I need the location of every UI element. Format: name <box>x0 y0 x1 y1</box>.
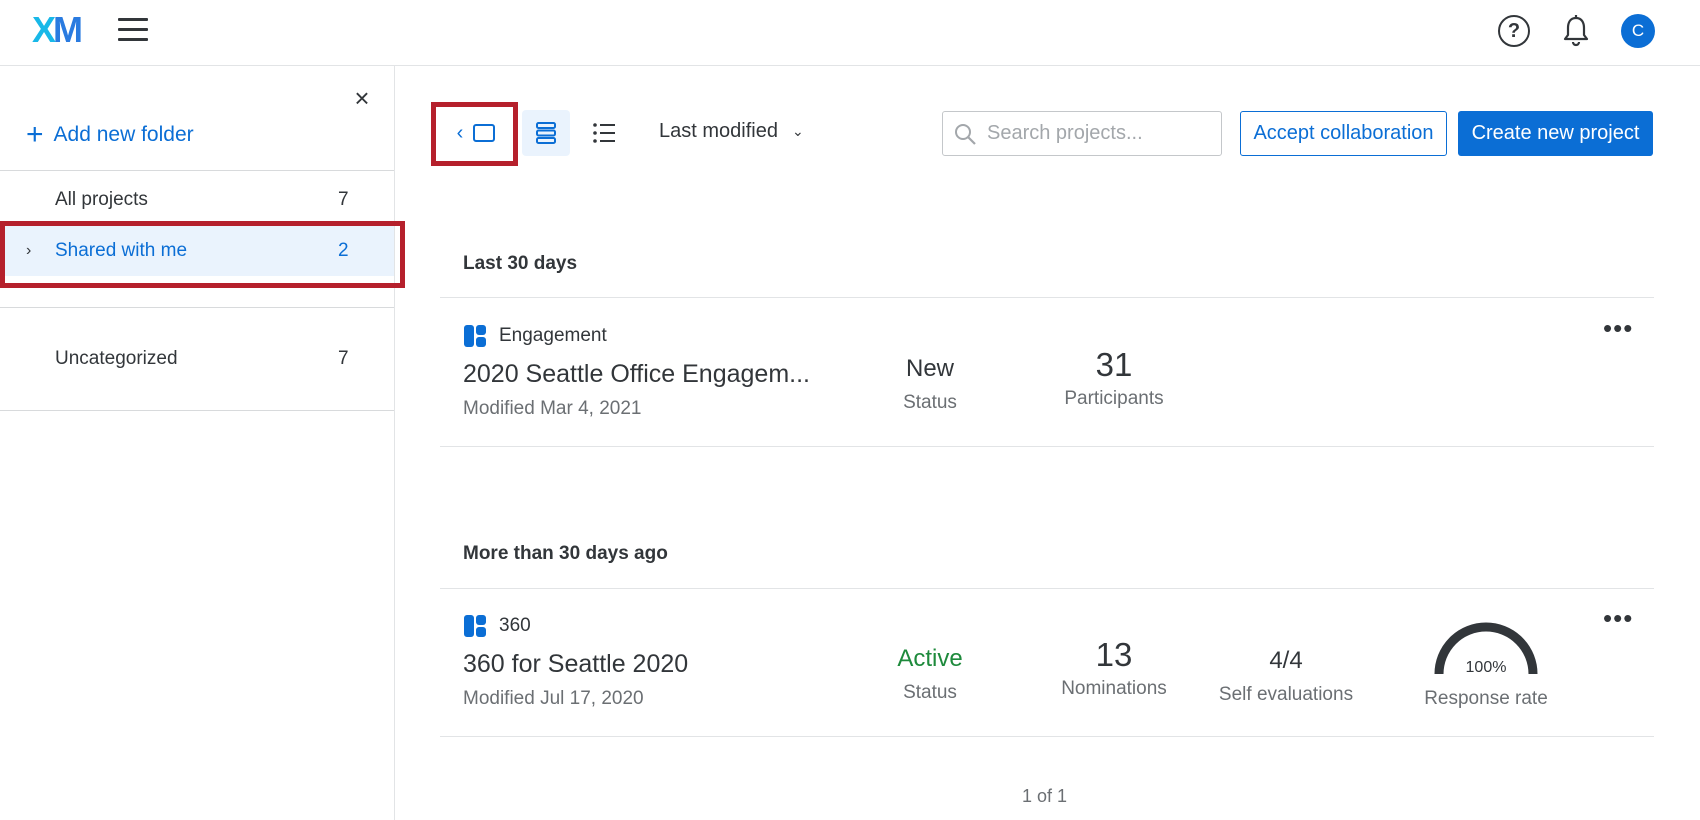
project-type-label: Engagement <box>499 325 607 346</box>
panel-icon <box>473 124 496 142</box>
project-type-label: 360 <box>499 615 531 636</box>
logo-x: X <box>32 9 56 50</box>
sidebar-divider <box>0 410 394 411</box>
create-new-project-button[interactable]: Create new project <box>1458 111 1653 156</box>
response-rate-gauge: 100% <box>1434 622 1538 676</box>
project-title[interactable]: 360 for Seattle 2020 <box>463 650 688 679</box>
sidebar-item-all-projects[interactable]: All projects 7 <box>0 175 394 225</box>
chevron-left-icon: ‹ <box>456 121 464 144</box>
status-label: Status <box>903 682 957 703</box>
nominations-label: Nominations <box>1061 678 1167 699</box>
self-evaluations-metric: 4/4 Self evaluations <box>1214 644 1358 706</box>
participants-metric: 31 Participants <box>1054 348 1174 410</box>
sort-label: Last modified <box>659 120 778 142</box>
list-view-icon <box>593 123 615 143</box>
project-card[interactable]: Engagement 2020 Seattle Office Engagem..… <box>440 298 1654 446</box>
bell-icon[interactable] <box>1560 14 1592 48</box>
chevron-down-icon: ⌄ <box>791 123 804 139</box>
sidebar-divider <box>0 307 394 308</box>
sidebar-item-uncategorized[interactable]: Uncategorized 7 <box>0 334 394 384</box>
sidebar: × + Add new folder All projects 7 › Shar… <box>0 66 395 820</box>
card-view-icon <box>536 122 556 144</box>
360-icon <box>464 615 486 637</box>
nominations-value: 13 <box>1095 636 1133 673</box>
row-divider <box>440 736 1654 737</box>
help-icon[interactable]: ? <box>1498 15 1530 47</box>
sidebar-item-count: 7 <box>338 189 349 210</box>
highlight-box-shared <box>0 221 405 288</box>
add-new-folder-button[interactable]: + Add new folder <box>26 120 194 150</box>
engagement-icon <box>464 325 486 347</box>
sidebar-divider <box>0 170 394 171</box>
search-box[interactable] <box>942 111 1222 156</box>
status-value: Active <box>897 645 963 672</box>
self-evaluations-value: 4/4 <box>1269 647 1303 674</box>
list-view-button[interactable] <box>580 110 628 156</box>
status-metric: New Status <box>888 352 972 414</box>
status-label: Status <box>903 392 957 413</box>
sidebar-item-count: 7 <box>338 348 349 369</box>
sort-dropdown[interactable]: Last modified ⌄ <box>659 120 804 143</box>
accept-collaboration-button[interactable]: Accept collaboration <box>1240 111 1447 156</box>
top-bar: XM ? C <box>0 0 1700 66</box>
sidebar-item-label: All projects <box>55 189 148 210</box>
add-folder-label: Add new folder <box>53 123 194 146</box>
card-view-button[interactable] <box>522 110 570 156</box>
more-options-button[interactable]: ••• <box>1603 315 1633 341</box>
section-heading: More than 30 days ago <box>463 543 668 564</box>
logo-m: M <box>53 9 83 50</box>
search-icon <box>955 123 976 145</box>
plus-icon: + <box>26 118 44 151</box>
collapse-sidebar-button[interactable]: ‹ <box>438 110 514 156</box>
status-value: New <box>905 355 954 382</box>
status-metric: Active Status <box>888 642 972 704</box>
search-input[interactable] <box>987 122 1217 145</box>
project-modified: Modified Mar 4, 2021 <box>463 398 642 419</box>
xm-logo[interactable]: XM <box>32 9 83 50</box>
project-type: Engagement <box>463 324 607 348</box>
sidebar-item-label: Uncategorized <box>55 348 178 369</box>
section-heading: Last 30 days <box>463 253 578 274</box>
project-modified: Modified Jul 17, 2020 <box>463 688 644 709</box>
more-options-button[interactable]: ••• <box>1603 605 1633 631</box>
row-divider <box>440 446 1654 447</box>
response-rate-label: Response rate <box>1424 688 1548 709</box>
menu-icon[interactable] <box>118 18 148 44</box>
participants-label: Participants <box>1064 388 1164 409</box>
project-card[interactable]: 360 360 for Seattle 2020 Modified Jul 17… <box>440 588 1654 736</box>
close-icon[interactable]: × <box>350 85 374 111</box>
avatar[interactable]: C <box>1621 14 1655 48</box>
response-rate-metric: 100% Response rate <box>1418 622 1554 710</box>
pagination: 1 of 1 <box>1022 786 1068 806</box>
nominations-metric: 13 Nominations <box>1054 638 1174 700</box>
participants-value: 31 <box>1095 346 1133 383</box>
project-type: 360 <box>463 614 531 638</box>
self-evaluations-label: Self evaluations <box>1218 684 1354 705</box>
response-rate-value: 100% <box>1466 659 1507 676</box>
project-title[interactable]: 2020 Seattle Office Engagem... <box>463 360 810 389</box>
